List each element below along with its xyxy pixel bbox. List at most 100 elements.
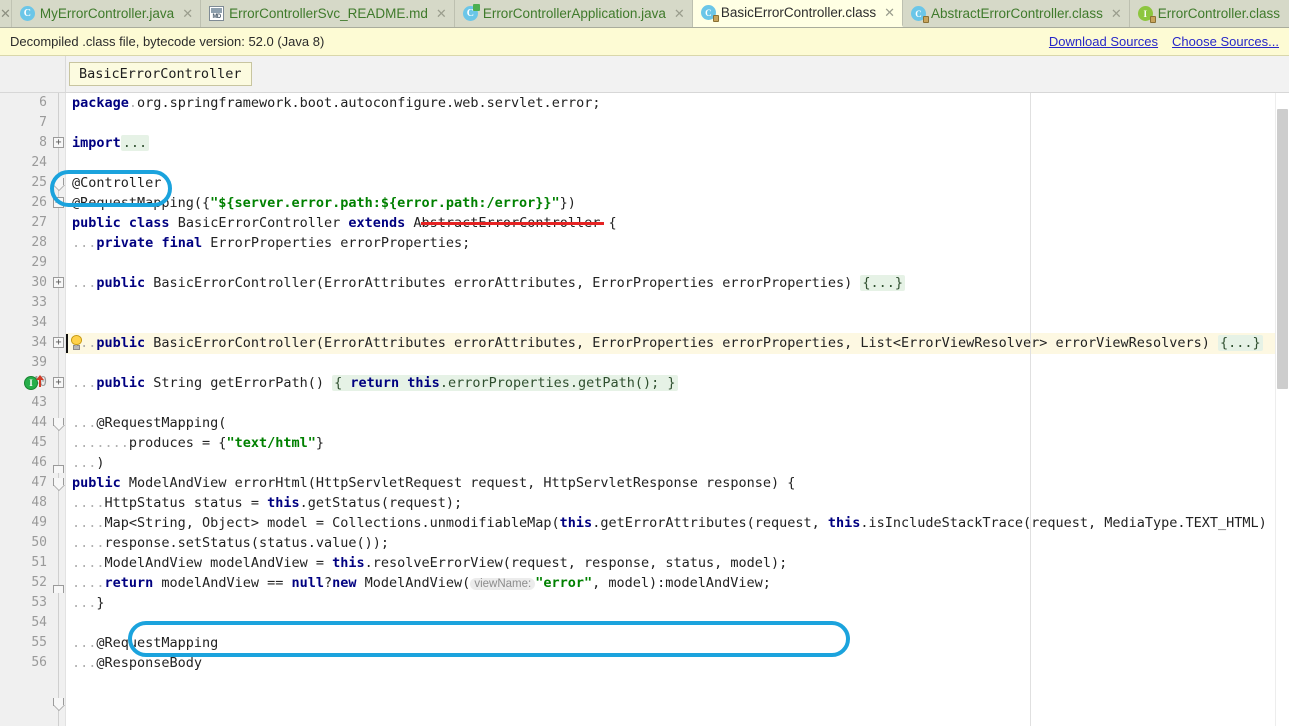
code-line-6[interactable]: package.org.springframework.boot.autocon… [72, 93, 600, 113]
line-number: 52 [31, 575, 47, 590]
code-line-52[interactable]: ....return modelAndView == null?new Mode… [72, 573, 771, 593]
line-number: 44 [31, 415, 47, 430]
line-number: 34 [31, 315, 47, 330]
breadcrumb[interactable]: BasicErrorController [69, 62, 252, 86]
tab-label: ErrorControllerSvc_README.md [229, 6, 428, 21]
tab-label: ErrorControllerApplication.java [482, 6, 666, 21]
code-line-8[interactable]: import... [72, 133, 150, 153]
editor-scrollbar-track[interactable] [1275, 93, 1289, 726]
code-line-28[interactable]: ...private final ErrorProperties errorPr… [72, 233, 470, 253]
line-number: 47 [31, 475, 47, 490]
download-sources-link[interactable]: Download Sources [1049, 34, 1158, 49]
line-number [0, 673, 47, 693]
code-line-46[interactable]: ...) [72, 453, 105, 473]
fold-expand-icon-geterrorpath[interactable]: + [53, 377, 64, 388]
right-margin-guide [1030, 93, 1031, 726]
text-caret [66, 334, 68, 353]
line-number: 34 [31, 335, 47, 350]
fold-collapse-icon-errorhtml[interactable] [53, 478, 65, 491]
line-number: 48 [31, 495, 47, 510]
spring-boot-app-icon: C [462, 4, 480, 21]
breadcrumb-bar: BasicErrorController [0, 56, 1289, 93]
markdown-file-icon: MD [209, 6, 225, 21]
line-number: 33 [31, 295, 47, 310]
tab-label: AbstractErrorController.class [931, 6, 1103, 21]
tab-basic-error-controller-class[interactable]: C BasicErrorController.class ✕ [692, 0, 904, 27]
line-number: 43 [31, 395, 47, 410]
line-number: 49 [31, 515, 47, 530]
interface-file-icon: I [1137, 6, 1156, 23]
code-line-34[interactable]: ...public BasicErrorController(ErrorAttr… [72, 333, 1263, 353]
tab-close-icon[interactable]: ✕ [884, 5, 895, 21]
method-body-fold-placeholder: {...} [1218, 335, 1263, 351]
line-number: 27 [31, 215, 47, 230]
line-number: 6 [39, 95, 47, 110]
return-statement-circle [128, 621, 850, 657]
code-line-50[interactable]: ....response.setStatus(status.value()); [72, 533, 389, 553]
code-line-47[interactable]: public ModelAndView errorHtml(HttpServle… [72, 473, 795, 493]
breadcrumb-gutter-spacer [0, 56, 66, 92]
code-line-56[interactable]: ...@ResponseBody [72, 653, 202, 673]
editor-tab-bar: ✕ C MyErrorController.java ✕ MD ErrorCon… [0, 0, 1289, 28]
fold-expand-icon-ctor1[interactable]: + [53, 277, 64, 288]
code-line-25[interactable]: @Controller [72, 173, 161, 193]
parameter-hint-viewname: viewName: [470, 578, 536, 590]
override-arrow-icon [36, 375, 44, 387]
code-line-30[interactable]: ...public BasicErrorController(ErrorAttr… [72, 273, 906, 293]
fold-collapse-icon-requestmapping[interactable]: – [53, 197, 64, 208]
line-number: 24 [31, 155, 47, 170]
line-number [0, 693, 47, 713]
code-line-49[interactable]: ....Map<String, Object> model = Collecti… [72, 513, 1267, 533]
tab-my-error-controller-java[interactable]: C MyErrorController.java ✕ [11, 0, 202, 27]
code-line-48[interactable]: ....HttpStatus status = this.getStatus(r… [72, 493, 462, 513]
tab-error-controller-svc-readme-md[interactable]: MD ErrorControllerSvc_README.md ✕ [201, 0, 455, 27]
fold-collapse-icon-annotation-44[interactable] [53, 418, 65, 431]
notification-message: Decompiled .class file, bytecode version… [10, 34, 325, 49]
notification-links: Download Sources Choose Sources... [1049, 34, 1279, 49]
decompiled-notification-bar: Decompiled .class file, bytecode version… [0, 28, 1289, 56]
fold-expand-icon-ctor2[interactable]: + [53, 337, 64, 348]
fold-collapse-icon-55[interactable] [53, 698, 65, 711]
choose-sources-link[interactable]: Choose Sources... [1172, 34, 1279, 49]
class-file-icon: C [700, 5, 719, 22]
code-line-26[interactable]: @RequestMapping({"${server.error.path:${… [72, 193, 576, 213]
line-number: 8 [39, 135, 47, 150]
editor-scrollbar-thumb[interactable] [1277, 109, 1288, 389]
tab-close-icon[interactable]: ✕ [436, 6, 447, 22]
line-number: 51 [31, 555, 47, 570]
error-path-red-underline [421, 222, 604, 225]
code-line-45[interactable]: .......produces = {"text/html"} [72, 433, 324, 453]
tab-close-icon[interactable]: ✕ [674, 6, 685, 22]
tab-close-icon[interactable]: ✕ [1111, 6, 1122, 22]
code-line-53[interactable]: ...} [72, 593, 105, 613]
java-class-icon: C [19, 6, 35, 21]
fold-end-icon-53 [53, 585, 64, 593]
method-body-fold-placeholder: {...} [860, 275, 906, 291]
tab-error-controller-class[interactable]: I ErrorController.class ✕ [1129, 0, 1289, 27]
line-number: 30 [31, 275, 47, 290]
fold-expand-icon-imports[interactable]: + [53, 137, 64, 148]
line-number: 45 [31, 435, 47, 450]
line-number: 39 [31, 355, 47, 370]
line-number: 25 [31, 175, 47, 190]
line-number: 53 [31, 595, 47, 610]
tab-label: MyErrorController.java [39, 6, 175, 21]
tabbar-close-icon[interactable]: ✕ [0, 0, 12, 27]
tab-error-controller-application-java[interactable]: C ErrorControllerApplication.java ✕ [454, 0, 693, 27]
tab-abstract-error-controller-class[interactable]: C AbstractErrorController.class ✕ [903, 0, 1130, 27]
line-number: 54 [31, 615, 47, 630]
tab-label: BasicErrorController.class [720, 5, 877, 20]
code-line-51[interactable]: ....ModelAndView modelAndView = this.res… [72, 553, 787, 573]
tab-close-icon[interactable]: ✕ [182, 6, 193, 22]
code-line-40[interactable]: ...public String getErrorPath() { return… [72, 373, 678, 393]
line-number: 28 [31, 235, 47, 250]
code-line-44[interactable]: ...@RequestMapping( [72, 413, 226, 433]
line-number: 26 [31, 195, 47, 210]
code-editor[interactable]: 6 7 8 24 25 26 27 28 29 30 33 34 34 39 4… [0, 93, 1289, 726]
line-number: 55 [31, 635, 47, 650]
class-file-icon: C [911, 6, 930, 23]
tab-label: ErrorController.class [1157, 6, 1281, 21]
code-line-55[interactable]: ...@RequestMapping [72, 633, 218, 653]
line-number: 29 [31, 255, 47, 270]
fold-collapse-icon-class[interactable] [53, 178, 65, 191]
